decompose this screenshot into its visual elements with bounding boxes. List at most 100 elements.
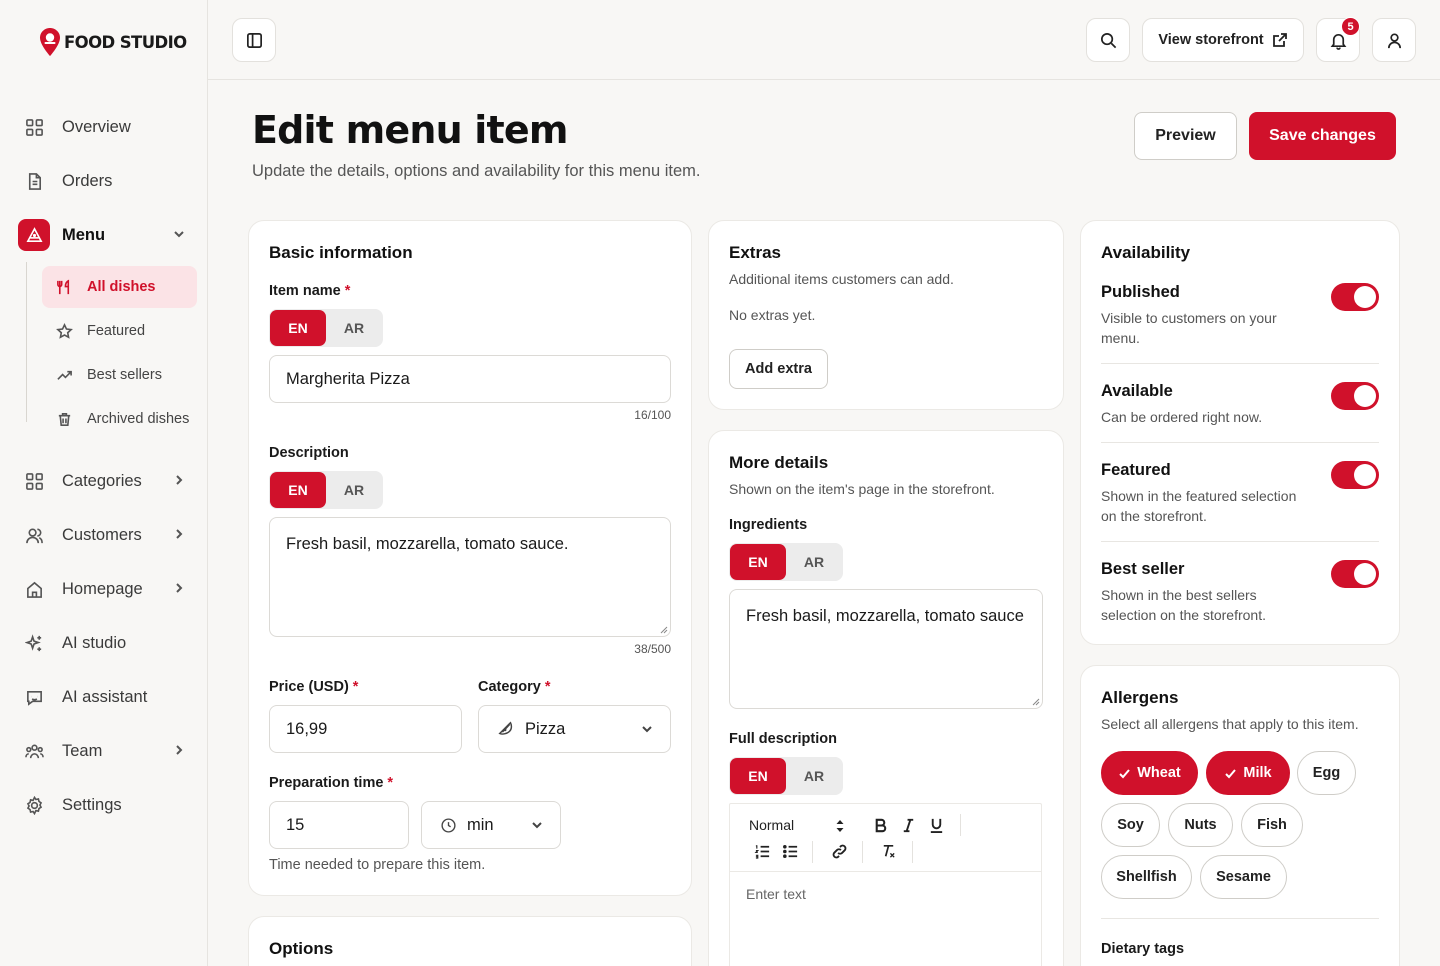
chevron-right-icon xyxy=(172,743,188,759)
price-label: Price (USD) * xyxy=(269,679,358,695)
allergen-chip-shellfish[interactable]: Shellfish xyxy=(1101,855,1192,899)
chevron-down-icon xyxy=(640,722,654,736)
sidebar-item-menu[interactable]: Menu xyxy=(18,217,198,253)
lang-ar-button[interactable]: AR xyxy=(786,758,842,794)
sidebar-subitem-archived[interactable]: Archived dishes xyxy=(42,398,197,440)
card-description: Select all allergens that apply to this … xyxy=(1101,716,1359,732)
chevron-down-icon xyxy=(172,227,188,243)
sidebar-item-overview[interactable]: Overview xyxy=(18,109,198,145)
lang-ar-button[interactable]: AR xyxy=(326,472,382,508)
sidebar-subitem-featured[interactable]: Featured xyxy=(42,310,197,352)
lang-en-button[interactable]: EN xyxy=(730,544,786,580)
divider xyxy=(1101,442,1379,443)
chevron-down-icon xyxy=(530,818,544,832)
resize-handle-icon[interactable] xyxy=(1032,698,1040,706)
bold-button[interactable] xyxy=(870,815,890,835)
available-toggle[interactable] xyxy=(1331,382,1379,410)
ingredients-label: Ingredients xyxy=(729,517,808,533)
featured-toggle[interactable] xyxy=(1331,461,1379,489)
preview-button[interactable]: Preview xyxy=(1134,112,1237,160)
save-changes-button[interactable]: Save changes xyxy=(1249,112,1396,160)
page-subtitle: Update the details, options and availabi… xyxy=(252,162,701,180)
search-button[interactable] xyxy=(1086,18,1130,62)
profile-button[interactable] xyxy=(1372,18,1416,62)
card-title: Options xyxy=(269,939,334,958)
bullet-list-button[interactable] xyxy=(780,841,800,861)
allergen-chip-nuts[interactable]: Nuts xyxy=(1168,803,1233,847)
category-label: Category * xyxy=(478,679,551,695)
resize-handle-icon[interactable] xyxy=(660,626,668,634)
sidebar-subitem-all-dishes[interactable]: All dishes xyxy=(42,266,197,308)
toolbar-divider xyxy=(812,841,813,863)
price-input[interactable]: 16,99 xyxy=(269,705,462,753)
link-button[interactable] xyxy=(829,841,849,861)
lang-ar-button[interactable]: AR xyxy=(326,310,382,346)
sidebar-item-settings[interactable]: Settings xyxy=(18,787,198,823)
label-text: Category xyxy=(478,679,541,695)
add-extra-button[interactable]: Add extra xyxy=(729,349,828,389)
label-text: Preparation time xyxy=(269,775,384,791)
notifications-button[interactable]: 5 xyxy=(1316,17,1360,62)
sparkles-icon xyxy=(24,633,44,653)
sidebar-item-ai-studio[interactable]: AI studio xyxy=(18,625,198,661)
check-icon xyxy=(1225,768,1237,778)
allergen-chip-sesame[interactable]: Sesame xyxy=(1200,855,1287,899)
brand-name: FOOD STUDIO xyxy=(64,32,187,52)
published-toggle[interactable] xyxy=(1331,283,1379,311)
card-title: More details xyxy=(729,453,829,472)
prep-unit-select[interactable]: min xyxy=(421,801,561,849)
toolbar-divider xyxy=(862,841,863,863)
category-select[interactable]: Pizza xyxy=(478,705,671,753)
allergen-chip-milk[interactable]: Milk xyxy=(1206,751,1290,795)
allergen-chip-soy[interactable]: Soy xyxy=(1101,803,1160,847)
description-label: Description xyxy=(269,445,349,461)
sidebar-subitem-label: Archived dishes xyxy=(87,411,190,427)
editor-placeholder[interactable]: Enter text xyxy=(746,886,806,902)
page-title: Edit menu item xyxy=(252,108,568,152)
description-value: Fresh basil, mozzarella, tomato sauce. xyxy=(286,535,569,553)
sidebar-item-label: Orders xyxy=(62,171,113,190)
home-icon xyxy=(24,579,44,599)
chip-label: Egg xyxy=(1312,765,1341,781)
prep-time-label: Preparation time * xyxy=(269,775,393,791)
toggle-sidebar-button[interactable] xyxy=(232,18,276,62)
lang-en-button[interactable]: EN xyxy=(270,310,326,346)
card-title: Allergens xyxy=(1101,688,1179,707)
sidebar-item-categories[interactable]: Categories xyxy=(18,463,198,499)
best-seller-toggle[interactable] xyxy=(1331,560,1379,588)
underline-button[interactable] xyxy=(926,815,946,835)
users-icon xyxy=(24,525,44,545)
description-textarea[interactable]: Fresh basil, mozzarella, tomato sauce. xyxy=(269,517,671,637)
view-storefront-button[interactable]: View storefront xyxy=(1142,18,1304,62)
item-name-input[interactable]: Margherita Pizza xyxy=(269,355,671,403)
sidebar-item-orders[interactable]: Orders xyxy=(18,163,198,199)
sidebar-item-label: Settings xyxy=(62,795,122,814)
italic-button[interactable] xyxy=(898,815,918,835)
allergen-chip-fish[interactable]: Fish xyxy=(1241,803,1303,847)
category-value: Pizza xyxy=(525,719,566,738)
label-text: Description xyxy=(269,445,349,461)
allergen-chip-egg[interactable]: Egg xyxy=(1297,751,1356,795)
sidebar-item-ai-assistant[interactable]: AI assistant xyxy=(18,679,198,715)
ingredients-textarea[interactable]: Fresh basil, mozzarella, tomato sauce xyxy=(729,589,1043,709)
trending-up-icon xyxy=(55,366,73,384)
brand-logo[interactable]: FOOD STUDIO xyxy=(38,27,187,57)
lang-en-button[interactable]: EN xyxy=(270,472,326,508)
lang-en-button[interactable]: EN xyxy=(730,758,786,794)
gear-icon xyxy=(24,795,44,815)
allergen-chip-wheat[interactable]: Wheat xyxy=(1101,751,1198,795)
chip-label: Nuts xyxy=(1184,817,1217,833)
prep-time-hint: Time needed to prepare this item. xyxy=(269,857,486,873)
sidebar-item-homepage[interactable]: Homepage xyxy=(18,571,198,607)
ordered-list-button[interactable] xyxy=(752,841,772,861)
sidebar-item-team[interactable]: Team xyxy=(18,733,198,769)
prep-time-input[interactable]: 15 xyxy=(269,801,409,849)
trash-icon xyxy=(55,410,73,428)
lang-ar-button[interactable]: AR xyxy=(786,544,842,580)
text-format-select[interactable]: Normal xyxy=(749,817,845,835)
toggle-description: Visible to customers on your menu. xyxy=(1101,310,1277,347)
clock-icon xyxy=(441,817,456,833)
sidebar-item-customers[interactable]: Customers xyxy=(18,517,198,553)
clear-formatting-button[interactable] xyxy=(878,841,898,861)
sidebar-subitem-best-sellers[interactable]: Best sellers xyxy=(42,354,197,396)
